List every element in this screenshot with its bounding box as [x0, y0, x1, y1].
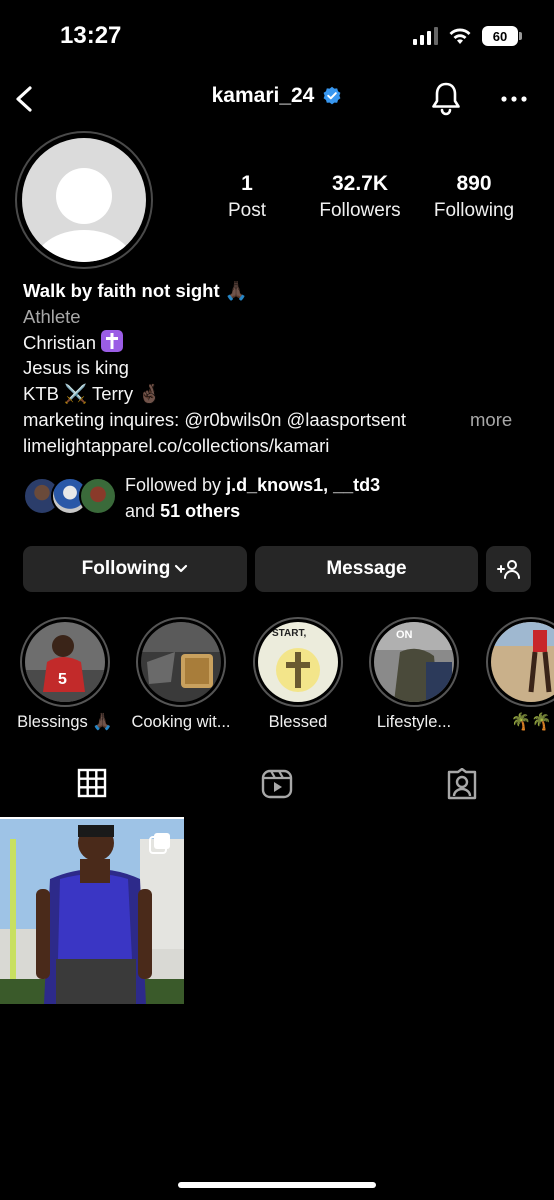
add-person-icon [496, 560, 520, 579]
highlight-cover-overlay-text: ON [396, 629, 413, 641]
svg-text:5: 5 [58, 671, 67, 688]
highlight-cover-blessed: START, [258, 622, 338, 702]
highlight-ring: 5 [20, 617, 110, 707]
more-options-icon[interactable] [499, 84, 529, 114]
highlight-cover-image: START, [258, 622, 338, 702]
followed-by-and: and [125, 501, 156, 521]
chevron-down-icon [175, 564, 188, 573]
bio-line-2: Jesus is king [23, 357, 129, 379]
latin-cross-emoji [101, 329, 124, 352]
status-icons: 60 [413, 26, 522, 46]
highlight-cover-image: ON [374, 622, 454, 702]
avatar-placeholder-body [34, 230, 134, 262]
reels-icon [261, 769, 293, 799]
status-bar: 13:27 60 [0, 0, 554, 70]
story-highlight-cooking[interactable]: Cooking wit... [131, 617, 231, 731]
bio-line-3-text-a: KTB [23, 383, 59, 405]
profile-content-tabs [0, 768, 554, 816]
bio-line-3-text-b: Terry [91, 383, 134, 405]
tab-tagged[interactable] [370, 768, 554, 816]
stat-followers-count: 32.7K [331, 172, 389, 195]
stat-followers-label: Followers [319, 200, 401, 221]
bio-more-link[interactable]: more [470, 407, 512, 433]
tagged-icon [447, 768, 477, 800]
highlight-ring: ON [369, 617, 459, 707]
highlight-label: 🌴🌴 [510, 713, 552, 731]
highlight-cover-palms [491, 622, 554, 702]
bio-line-1: Christian [23, 329, 533, 356]
avatar[interactable] [22, 138, 146, 262]
story-highlight-palms[interactable]: 🌴🌴 [486, 617, 554, 731]
stat-posts-count: 1 [241, 172, 253, 195]
story-highlight-blessings[interactable]: 5 Blessings 🙏🏿 [17, 617, 113, 731]
followed-by-others: 51 others [160, 501, 241, 521]
followed-by-prefix: Followed by [125, 475, 222, 495]
username-title: kamari_24 [0, 84, 554, 108]
highlight-ring [486, 617, 554, 707]
story-highlight-lifestyle[interactable]: ON Lifestyle... [369, 617, 461, 731]
message-button-label: Message [326, 558, 407, 579]
battery-icon: 60 [482, 26, 522, 46]
bio-marketing-text[interactable]: marketing inquires: @r0bwils0n @laasport… [23, 409, 406, 430]
bio-category: Athlete [23, 305, 81, 327]
bio-name-text: Walk by faith not sight [23, 280, 220, 301]
followed-by-users: j.d_knows1, __td3 [226, 475, 381, 495]
praying-hands-emoji: 🙏🏿 [224, 280, 248, 301]
username: kamari_24 [211, 84, 315, 107]
notifications-bell-icon[interactable] [429, 80, 463, 116]
profile-header: kamari_24 [0, 78, 554, 120]
highlight-cover-overlay-text: START, [272, 628, 306, 639]
grid-icon [77, 768, 107, 798]
verified-badge-icon [323, 86, 341, 105]
bio-name-line: Walk by faith not sight 🙏🏿 [23, 278, 533, 304]
home-indicator[interactable] [178, 1182, 376, 1188]
suggested-people-button[interactable] [486, 546, 531, 592]
wifi-icon [449, 28, 471, 44]
highlight-cover-blessings: 5 [25, 622, 105, 702]
highlight-ring [136, 617, 226, 707]
tab-posts-grid[interactable] [0, 768, 184, 816]
tab-reels[interactable] [185, 768, 369, 816]
highlight-cover-image [141, 622, 221, 702]
bio-line-4: marketing inquires: @r0bwils0n @laasport… [23, 407, 533, 433]
bio-line-1-text: Christian [23, 331, 96, 353]
crossed-fingers-emoji: 🤞🏿 [138, 383, 162, 405]
highlight-cover-image [491, 622, 554, 702]
stat-following-label: Following [433, 200, 515, 221]
bio-link[interactable]: limelightapparel.co/collections/kamari [23, 433, 533, 459]
following-button[interactable]: Following [23, 546, 247, 592]
highlight-cover-image: 5 [25, 622, 105, 702]
highlight-cover-lifestyle: ON [374, 622, 454, 702]
followed-by-text[interactable]: Followed by j.d_knows1, __td3 and 51 oth… [125, 472, 380, 524]
story-highlight-blessed[interactable]: START, Blessed [253, 617, 345, 731]
profile-bio: Walk by faith not sight 🙏🏿 Athlete Chris… [23, 278, 533, 459]
bio-line-3: KTB ⚔️ Terry 🤞🏿 [23, 381, 533, 407]
stat-followers[interactable]: 32.7K Followers [300, 172, 420, 222]
stat-posts-label: Post [227, 200, 267, 221]
avatar-placeholder-head [56, 168, 112, 224]
multiple-photos-icon [149, 833, 170, 854]
status-time: 13:27 [60, 22, 122, 49]
mutual-followers-avatars[interactable] [23, 477, 118, 517]
stat-posts[interactable]: 1 Post [187, 172, 307, 222]
stat-following[interactable]: 890 Following [414, 172, 534, 222]
highlight-cover-cooking [141, 622, 221, 702]
mutual-avatar-3 [79, 477, 117, 515]
highlight-ring: START, [253, 617, 343, 707]
following-button-label: Following [81, 558, 171, 579]
stat-following-count: 890 [456, 172, 492, 195]
cellular-signal-icon [413, 27, 438, 45]
message-button[interactable]: Message [255, 546, 478, 592]
crossed-swords-emoji: ⚔️ [64, 383, 88, 405]
post-thumbnail[interactable] [0, 819, 184, 1004]
